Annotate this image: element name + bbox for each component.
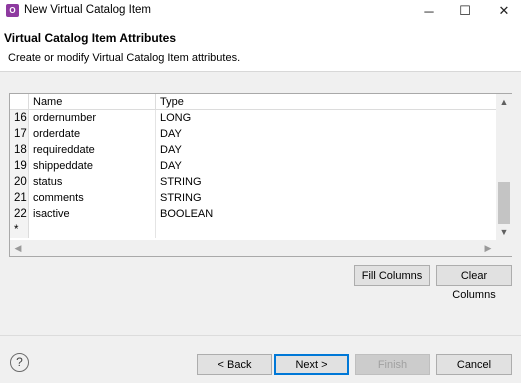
- page-description: Create or modify Virtual Catalog Item at…: [8, 52, 241, 64]
- close-icon[interactable]: ✕: [487, 0, 521, 22]
- type-cell[interactable]: DAY: [156, 158, 496, 174]
- vertical-scrollbar[interactable]: ▲ ▼: [496, 94, 512, 240]
- new-row[interactable]: *: [10, 222, 496, 238]
- type-cell[interactable]: [156, 222, 496, 238]
- name-cell[interactable]: isactive: [29, 206, 156, 222]
- cancel-button[interactable]: Cancel: [436, 354, 512, 375]
- footer-divider: [0, 335, 521, 336]
- name-cell[interactable]: [29, 222, 156, 238]
- table-row[interactable]: 16 ordernumber LONG: [10, 110, 496, 126]
- type-cell[interactable]: DAY: [156, 126, 496, 142]
- scroll-down-icon[interactable]: ▼: [496, 224, 512, 240]
- name-cell[interactable]: status: [29, 174, 156, 190]
- table-row[interactable]: 20 status STRING: [10, 174, 496, 190]
- wizard-header: Virtual Catalog Item Attributes Create o…: [0, 22, 521, 72]
- name-cell[interactable]: orderdate: [29, 126, 156, 142]
- app-icon: O: [6, 4, 19, 17]
- column-header-name[interactable]: Name: [29, 94, 156, 110]
- finish-button: Finish: [355, 354, 430, 375]
- attributes-table[interactable]: Name Type 16 ordernumber LONG 17 orderda…: [9, 93, 512, 257]
- row-number: 20: [10, 174, 29, 190]
- name-cell[interactable]: requireddate: [29, 142, 156, 158]
- table-header: Name Type: [10, 94, 496, 110]
- name-cell[interactable]: ordernumber: [29, 110, 156, 126]
- row-number: 21: [10, 190, 29, 206]
- table-row[interactable]: 21 comments STRING: [10, 190, 496, 206]
- type-cell[interactable]: STRING: [156, 174, 496, 190]
- help-icon[interactable]: ?: [10, 353, 29, 372]
- table-row[interactable]: 19 shippeddate DAY: [10, 158, 496, 174]
- type-cell[interactable]: STRING: [156, 190, 496, 206]
- table-row[interactable]: 22 isactive BOOLEAN: [10, 206, 496, 222]
- scroll-thumb[interactable]: [498, 182, 510, 224]
- clear-columns-button[interactable]: Clear Columns: [436, 265, 512, 301]
- page-title: Virtual Catalog Item Attributes: [4, 31, 177, 45]
- maximize-icon[interactable]: ☐: [448, 0, 482, 22]
- type-cell[interactable]: DAY: [156, 142, 496, 158]
- type-cell[interactable]: BOOLEAN: [156, 206, 496, 222]
- fill-columns-button[interactable]: Fill Columns: [354, 265, 430, 286]
- scroll-left-icon[interactable]: ◀: [10, 240, 26, 256]
- next-button[interactable]: Next >: [274, 354, 349, 375]
- name-cell[interactable]: comments: [29, 190, 156, 206]
- scrollbar-corner: [496, 240, 512, 256]
- type-cell[interactable]: LONG: [156, 110, 496, 126]
- row-number: 22: [10, 206, 29, 222]
- row-number: 16: [10, 110, 29, 126]
- minimize-icon[interactable]: ─: [412, 0, 446, 22]
- scroll-up-icon[interactable]: ▲: [496, 94, 512, 110]
- row-number: 18: [10, 142, 29, 158]
- row-number: 19: [10, 158, 29, 174]
- row-number-header: [10, 94, 29, 110]
- title-bar: O New Virtual Catalog Item ─ ☐ ✕: [0, 0, 521, 22]
- scroll-right-icon[interactable]: ▶: [480, 240, 496, 256]
- table-body: Name Type 16 ordernumber LONG 17 orderda…: [10, 94, 496, 240]
- horizontal-scrollbar[interactable]: ◀ ▶: [10, 240, 496, 256]
- column-header-type[interactable]: Type: [156, 94, 496, 110]
- name-cell[interactable]: shippeddate: [29, 158, 156, 174]
- new-row-marker: *: [10, 222, 29, 238]
- back-button[interactable]: < Back: [197, 354, 272, 375]
- table-row[interactable]: 17 orderdate DAY: [10, 126, 496, 142]
- table-row[interactable]: 18 requireddate DAY: [10, 142, 496, 158]
- window-title: New Virtual Catalog Item: [24, 4, 151, 16]
- row-number: 17: [10, 126, 29, 142]
